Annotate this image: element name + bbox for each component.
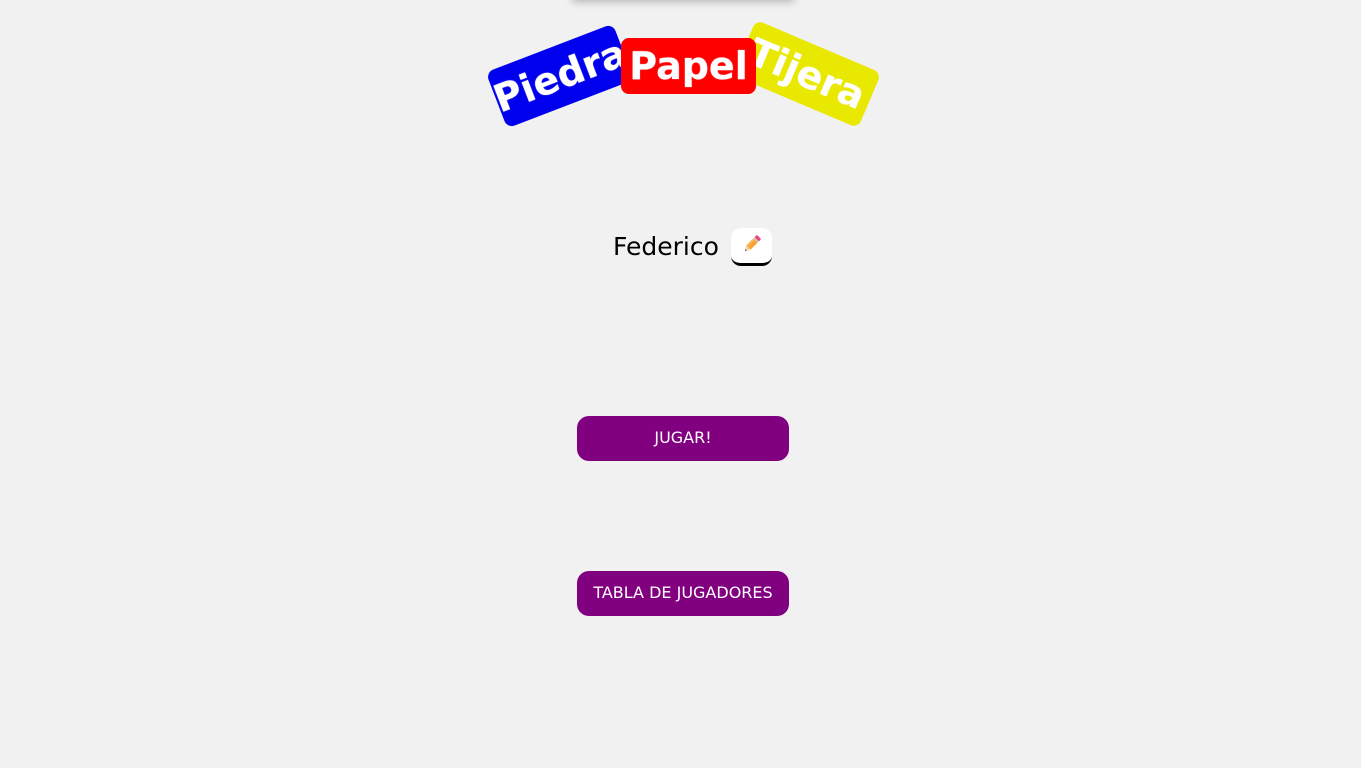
main-page: Piedra Tijera Papel Federico JUGAR! TABL… [0,0,1361,768]
logo-word-papel: Papel [621,38,756,94]
player-name: Federico [613,232,719,261]
pencil-icon [740,232,764,260]
play-button[interactable]: JUGAR! [577,416,789,461]
leaderboard-button[interactable]: TABLA DE JUGADORES [577,571,789,616]
game-logo: Piedra Tijera Papel [480,10,890,140]
player-section: Federico [0,226,1361,272]
logo-word-piedra: Piedra [485,23,635,129]
edit-name-button[interactable] [731,228,772,266]
